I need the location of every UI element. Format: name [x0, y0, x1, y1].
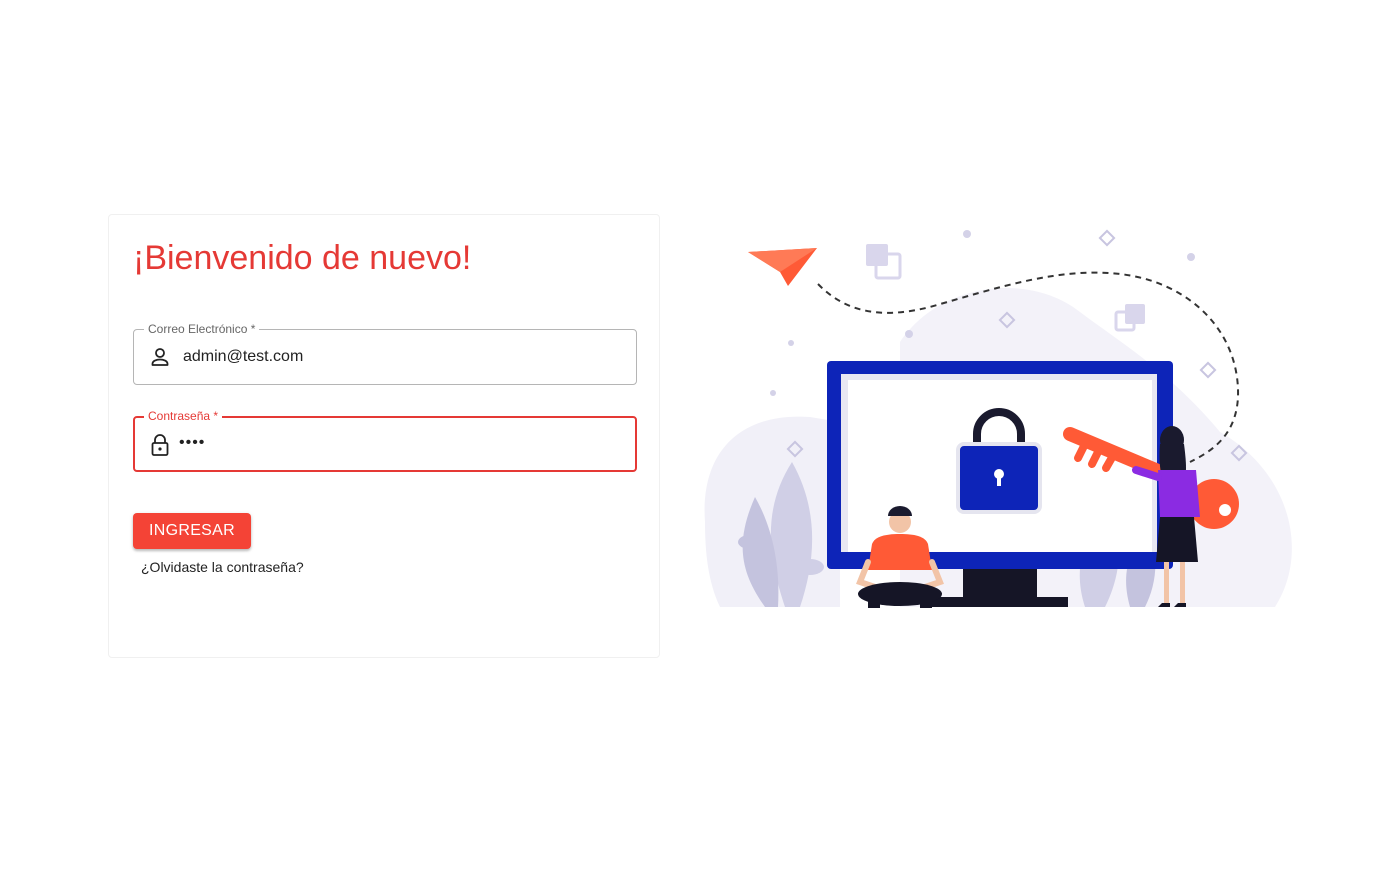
password-input[interactable]: ••••	[179, 434, 619, 452]
page-title: ¡Bienvenido de nuevo!	[133, 239, 472, 277]
lock-icon	[150, 433, 170, 456]
login-card: ¡Bienvenido de nuevo! Correo Electrónico…	[108, 214, 660, 658]
person-icon	[150, 346, 170, 368]
paper-plane-icon	[748, 248, 817, 286]
email-label: Correo Electrónico *	[144, 322, 260, 336]
login-button[interactable]: INGRESAR	[133, 513, 251, 549]
password-label: Contraseña *	[144, 409, 223, 423]
forgot-password-link[interactable]: ¿Olvidaste la contraseña?	[141, 559, 304, 575]
login-page: ¡Bienvenido de nuevo! Correo Electrónico…	[0, 0, 1383, 872]
security-illustration	[700, 222, 1300, 614]
email-field[interactable]: Correo Electrónico *	[133, 322, 637, 385]
password-field[interactable]: Contraseña * ••••	[133, 409, 637, 472]
email-input[interactable]	[183, 348, 623, 366]
